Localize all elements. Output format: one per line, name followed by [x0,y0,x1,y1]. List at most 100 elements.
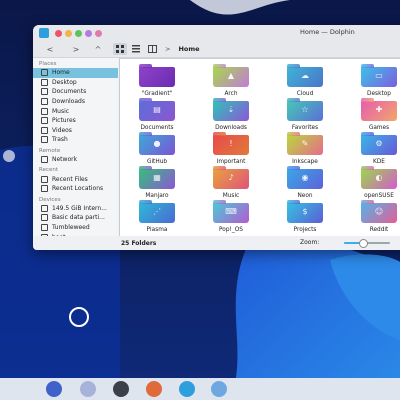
folder-label: Manjaro [145,193,169,199]
folder-emblem-icon: ▦ [153,173,161,182]
folder-item[interactable]: ▤ Documents [127,98,187,131]
folder-emblem-icon: $ [302,207,308,216]
sidebar-item-basic-data-parti[interactable]: Basic data parti... [33,213,118,223]
sidebar-section-remote: Remote [39,147,61,154]
window-dot-green[interactable] [75,29,82,37]
trash-icon [41,136,48,144]
folder-label: Desktop [367,91,391,97]
sidebar-section-recent: Recent [39,167,59,174]
sidebar-item-desktop[interactable]: Desktop [33,78,118,88]
folder-item[interactable]: ● GitHub [127,132,187,165]
folder-item[interactable]: $ Projects [275,200,335,233]
sidebar-item-label: Tumbleweed [52,224,90,232]
folder-item[interactable]: ▲ Arch [201,64,261,97]
window-dot-purple[interactable] [85,29,92,37]
videos-icon [41,126,48,134]
folder-item[interactable]: ! Important [201,132,261,165]
sidebar-item-149-5-gib-intern[interactable]: 149.5 GiB Intern... [33,204,118,214]
sidebar-section-devices: Devices [39,196,61,203]
folder-item[interactable]: ♪ Music [201,166,261,199]
recent-locations-icon [41,185,48,193]
sidebar-item-label: Desktop [52,78,77,86]
folder-emblem-icon: ⌨ [225,207,237,216]
folder-emblem-icon: ▲ [227,71,235,80]
folder-icon: ▭ [361,64,397,87]
icons-view-button[interactable] [113,43,127,55]
split-view-button[interactable] [145,43,159,55]
folder-item[interactable]: ✚ Games [349,98,400,131]
sidebar-item-label: Pictures [52,117,76,125]
window-dot-yellow[interactable] [65,29,72,37]
sidebar-item-pictures[interactable]: Pictures [33,116,118,126]
details-view-button[interactable] [129,43,143,55]
folder-label: Plasma [146,227,168,233]
sidebar-item-videos[interactable]: Videos [33,126,118,136]
folder-item[interactable]: ⇣ Downloads [201,98,261,131]
folder-item[interactable]: ⚙ KDE [349,132,400,165]
folder-emblem-icon: ◉ [301,173,309,182]
split-icon [147,45,157,53]
folder-label: Reddit [369,227,389,233]
folder-item[interactable]: ◉ Neon [275,166,335,199]
decorative-ring [69,307,89,327]
discover-icon[interactable] [80,381,96,397]
folder-item[interactable]: ☺ Reddit [349,200,400,233]
sidebar-section-places: Places [39,61,57,67]
folder-item[interactable]: ☆ Favorites [275,98,335,131]
title-bar[interactable]: Home — Dolphin [33,25,400,41]
sidebar-item-home[interactable]: Home [33,68,118,78]
firefox-icon[interactable] [146,381,162,397]
folder-item[interactable]: ▭ Desktop [349,64,400,97]
breadcrumb-home[interactable]: Home [178,45,199,53]
folder-emblem-icon: ▭ [375,71,383,80]
sidebar-item-documents[interactable]: Documents [33,87,118,97]
folder-icon: ⋰ [139,200,175,223]
status-bar: 25 Folders Zoom: [33,236,400,250]
sidebar-item-label: Home [52,69,70,77]
drive-icon [41,204,48,212]
pictures-icon [41,117,48,125]
folder-icon: ▤ [139,98,175,121]
sidebar-item-recent-files[interactable]: Recent Files [33,174,118,184]
window-dot-red[interactable] [55,29,62,37]
folder-item[interactable]: "Gradient" [127,64,187,97]
toolbar: < > ^ > Home [33,41,400,58]
folder-label: Pop!_OS [219,227,243,233]
folder-count: 25 Folders [121,239,157,247]
settings-icon[interactable] [113,381,129,397]
up-button[interactable]: ^ [91,43,105,55]
sidebar-item-music[interactable]: Music [33,106,118,116]
folder-item[interactable]: ⌨ Pop!_OS [201,200,261,233]
dolphin-window: Home — Dolphin < > ^ > Home Places Home De… [33,25,400,250]
folder-icon: ● [139,132,175,155]
network-icon [41,156,48,164]
folder-icon: ✎ [287,132,323,155]
file-view[interactable]: "Gradient" ▲ Arch ☁ Cloud ▭ Desktop ▤ Documents ⇣… [119,58,400,240]
sidebar-item-trash[interactable]: Trash [33,135,118,145]
folder-item[interactable]: ⋰ Plasma [127,200,187,233]
documents-icon [41,88,48,96]
folder-item[interactable]: ◐ openSUSE [349,166,400,199]
back-button[interactable]: < [43,43,57,55]
sidebar-item-tumbleweed[interactable]: Tumbleweed [33,223,118,233]
sidebar-item-downloads[interactable]: Downloads [33,97,118,107]
drive-icon [41,214,48,222]
folder-item[interactable]: ☁ Cloud [275,64,335,97]
sidebar-item-label: Documents [52,88,87,96]
dolphin-icon[interactable] [179,381,195,397]
sidebar-item-recent-locations[interactable]: Recent Locations [33,184,118,194]
dolphin-app-icon[interactable] [39,28,49,38]
sidebar-item-network[interactable]: Network [33,155,118,165]
zoom-slider-handle[interactable] [358,239,368,248]
folder-item[interactable]: ▦ Manjaro [127,166,187,199]
zoom-label: Zoom: [300,239,320,246]
window-dot-pink[interactable] [95,29,102,37]
forward-button[interactable]: > [69,43,83,55]
folder-item[interactable]: ✎ Inkscape [275,132,335,165]
launcher-icon[interactable] [46,381,62,397]
folder-icon: ♪ [213,166,249,189]
folder-label: Documents [140,125,174,131]
folder-label: KDE [373,159,385,165]
system-info-icon[interactable] [211,381,227,397]
zoom-slider[interactable] [344,239,390,248]
